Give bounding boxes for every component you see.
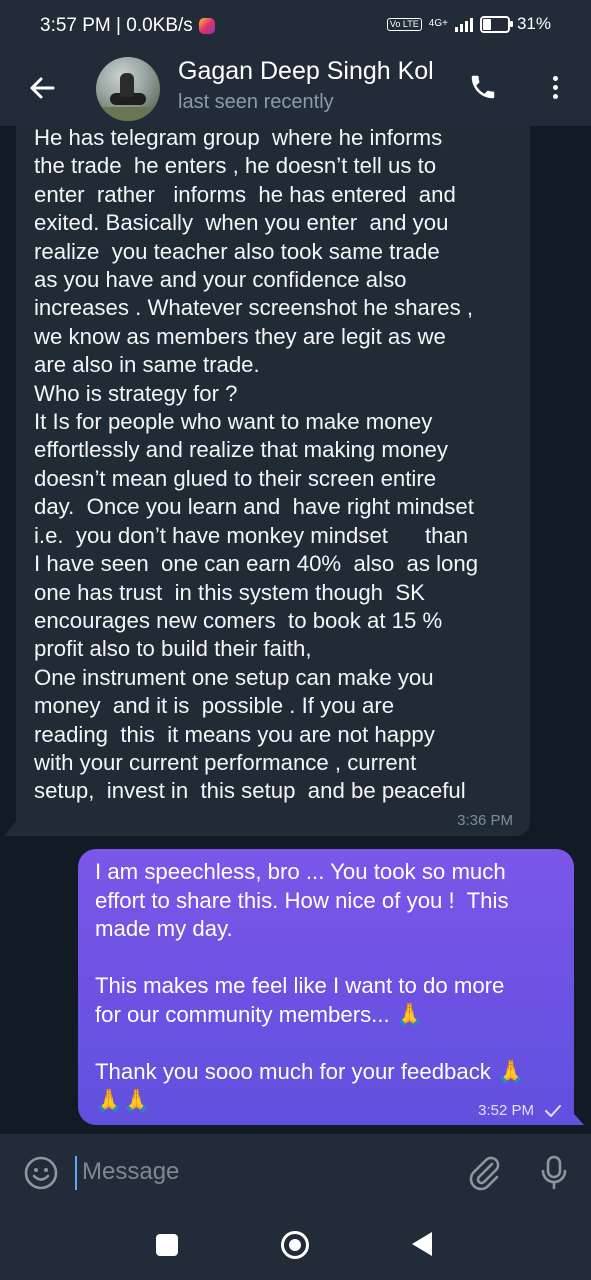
microphone-button[interactable] (534, 1152, 574, 1192)
call-button[interactable] (464, 68, 502, 106)
microphone-icon (541, 1155, 567, 1190)
battery-percent: 31% (516, 14, 551, 33)
avatar[interactable] (96, 57, 160, 121)
paperclip-icon (469, 1156, 500, 1191)
status-right: Vo LTE 4G+ 31% (386, 14, 551, 34)
more-vert-icon (552, 75, 558, 81)
contact-name[interactable]: Gagan Deep Singh Kol (178, 57, 450, 86)
outgoing-message-meta: 3:52 PM (478, 1102, 562, 1119)
incoming-message-time: 3:36 PM (457, 812, 513, 829)
back-button[interactable] (24, 70, 60, 106)
battery-fill (482, 18, 492, 30)
outgoing-message[interactable]: I am speechless, bro ... You took so muc… (78, 849, 574, 1125)
status-left: 3:57 PM | 0.0KB/s (40, 15, 215, 37)
attach-button[interactable] (464, 1152, 504, 1192)
check-icon (545, 1104, 561, 1117)
incoming-message[interactable]: He has telegram group where he informs t… (16, 125, 530, 836)
back-triangle-icon[interactable] (412, 1232, 432, 1256)
battery-icon (479, 15, 513, 33)
avatar-rider (120, 73, 134, 97)
contact-status: last seen recently (178, 91, 334, 113)
outgoing-message-text: I am speechless, bro ... You took so muc… (95, 859, 525, 1113)
message-input[interactable] (76, 1152, 458, 1192)
home-circle-icon[interactable] (281, 1231, 309, 1259)
instagram-notification-icon (198, 18, 215, 34)
emoji-button[interactable] (22, 1154, 60, 1192)
status-time: 3:57 PM | 0.0KB/s (40, 15, 193, 36)
status-bar: 3:57 PM | 0.0KB/s Vo LTE 4G+ 31% (0, 0, 591, 54)
back-arrow-icon (30, 77, 55, 99)
system-nav-bar (0, 1210, 591, 1280)
signal-icon (454, 16, 473, 32)
emoji-icon (24, 1156, 58, 1190)
network-type: 4G+ (428, 18, 448, 29)
message-input-bar (0, 1134, 591, 1210)
chat-header: Gagan Deep Singh Kol last seen recently (0, 54, 591, 126)
incoming-message-text: He has telegram group where he informs t… (34, 125, 479, 804)
outgoing-message-time: 3:52 PM (478, 1102, 534, 1119)
recents-square-icon[interactable] (156, 1234, 178, 1256)
volte-icon: Vo LTE (386, 17, 422, 31)
chat-area[interactable]: He has telegram group where he informs t… (0, 125, 591, 1134)
phone-icon (471, 75, 495, 99)
more-options-button[interactable] (540, 68, 570, 106)
avatar-ground (96, 107, 160, 121)
